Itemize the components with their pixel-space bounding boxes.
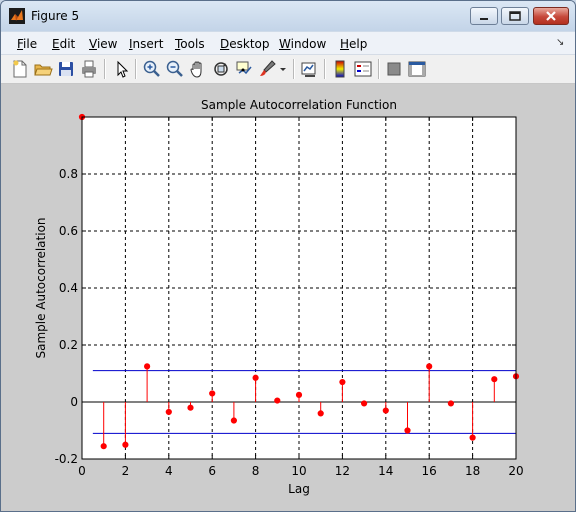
stem-marker[interactable] bbox=[426, 363, 433, 370]
menu-mnemonic: W bbox=[279, 37, 291, 51]
toolbar-separator bbox=[104, 59, 106, 79]
chart-title: Sample Autocorrelation Function bbox=[201, 98, 397, 112]
stem-marker[interactable] bbox=[447, 400, 454, 407]
stem-marker[interactable] bbox=[404, 427, 411, 434]
maximize-icon bbox=[509, 11, 521, 21]
menu-label: indow bbox=[290, 37, 327, 51]
figure-window: Figure 5 File Edit View Insert Tools Desktop W… bbox=[0, 0, 576, 512]
menu-label: elp bbox=[349, 37, 368, 51]
autocorrelation-plot[interactable]: 0 2 4 6 8 10 12 14 16 18 20-0.200.20.40.60.8Sample… bbox=[1, 84, 575, 511]
menu-tools[interactable]: Tools bbox=[175, 37, 205, 51]
x-tick-label: 16 bbox=[422, 464, 437, 478]
maximize-button[interactable] bbox=[501, 7, 529, 25]
minimize-button[interactable] bbox=[470, 7, 498, 25]
x-tick-label: 18 bbox=[465, 464, 480, 478]
menu-window[interactable]: Window bbox=[279, 37, 326, 51]
menu-desktop[interactable]: Desktop bbox=[220, 37, 270, 51]
menu-help[interactable]: Help bbox=[340, 37, 367, 51]
stem-marker[interactable] bbox=[209, 390, 216, 397]
y-tick-label: 0.4 bbox=[59, 281, 78, 295]
title-bar[interactable]: Figure 5 bbox=[1, 1, 575, 31]
stem-marker[interactable] bbox=[382, 407, 389, 414]
rotate-3d-icon[interactable] bbox=[211, 59, 231, 79]
menu-bar: File Edit View Insert Tools Desktop Window Help bbox=[1, 32, 575, 55]
stem-marker[interactable] bbox=[144, 363, 151, 370]
matlab-logo-icon bbox=[9, 8, 25, 24]
data-cursor-icon[interactable] bbox=[234, 59, 254, 79]
x-tick-label: 20 bbox=[508, 464, 523, 478]
stem-marker[interactable] bbox=[100, 443, 107, 450]
menu-mnemonic: E bbox=[52, 37, 60, 51]
open-file-icon[interactable] bbox=[33, 59, 53, 79]
menu-label: ools bbox=[180, 37, 205, 51]
menu-label: dit bbox=[59, 37, 76, 51]
hide-plot-tools-icon[interactable] bbox=[384, 59, 404, 79]
menu-label: ile bbox=[23, 37, 38, 51]
dock-arrow-icon[interactable]: ↘ bbox=[556, 37, 564, 48]
menu-file[interactable]: File bbox=[17, 37, 37, 51]
insert-legend-icon[interactable] bbox=[353, 59, 373, 79]
stem-marker[interactable] bbox=[252, 374, 259, 381]
stem-marker[interactable] bbox=[339, 378, 346, 386]
stem-marker[interactable] bbox=[230, 417, 237, 424]
y-tick-label: -0.2 bbox=[55, 452, 78, 466]
brush-icon[interactable] bbox=[257, 59, 277, 79]
stem-marker[interactable] bbox=[317, 410, 324, 417]
menu-mnemonic: H bbox=[340, 37, 350, 51]
stem-marker[interactable] bbox=[295, 391, 303, 398]
toolbar-separator bbox=[293, 59, 295, 79]
minimize-icon bbox=[480, 18, 488, 20]
x-tick-label: 0 bbox=[78, 464, 86, 478]
menu-label: iew bbox=[96, 37, 118, 51]
x-tick-label: 6 bbox=[208, 464, 216, 478]
link-plot-icon[interactable] bbox=[299, 59, 319, 79]
x-tick-label: 12 bbox=[335, 464, 350, 478]
edit-plot-arrow-icon[interactable] bbox=[111, 59, 131, 79]
show-plot-tools-icon[interactable] bbox=[407, 59, 427, 79]
x-tick-label: 14 bbox=[378, 464, 393, 478]
toolbar-separator bbox=[324, 59, 326, 79]
stem-marker[interactable] bbox=[491, 376, 498, 383]
close-icon bbox=[546, 11, 556, 21]
menu-mnemonic: V bbox=[89, 37, 97, 51]
menu-insert[interactable]: Insert bbox=[129, 37, 163, 51]
x-tick-label: 2 bbox=[122, 464, 130, 478]
menu-mnemonic: D bbox=[220, 37, 230, 51]
menu-edit[interactable]: Edit bbox=[52, 37, 75, 51]
zoom-in-icon[interactable] bbox=[142, 59, 162, 79]
x-tick-label: 10 bbox=[291, 464, 306, 478]
y-tick-label: 0 bbox=[70, 395, 78, 409]
stem-marker[interactable] bbox=[274, 397, 281, 404]
y-tick-label: 0.6 bbox=[59, 224, 78, 238]
save-icon[interactable] bbox=[56, 59, 76, 79]
print-icon[interactable] bbox=[79, 59, 99, 79]
menu-label: esktop bbox=[229, 37, 270, 51]
x-tick-label: 8 bbox=[252, 464, 260, 478]
menu-label: nsert bbox=[132, 37, 164, 51]
close-button[interactable] bbox=[533, 7, 569, 25]
zoom-out-icon[interactable] bbox=[165, 59, 185, 79]
brush-dropdown-icon[interactable] bbox=[278, 59, 288, 79]
y-axis-label: Sample Autocorrelation bbox=[34, 217, 48, 358]
new-figure-icon[interactable] bbox=[10, 59, 30, 79]
stem-marker[interactable] bbox=[187, 404, 194, 411]
toolbar-separator bbox=[378, 59, 380, 79]
pan-hand-icon[interactable] bbox=[188, 59, 208, 79]
stem-marker[interactable] bbox=[469, 434, 476, 441]
figure-canvas: 0 2 4 6 8 10 12 14 16 18 20 -0.2 0 0.2 0.4 0.6 0.8 Sample… bbox=[1, 84, 575, 511]
menu-view[interactable]: View bbox=[89, 37, 117, 51]
insert-colorbar-icon[interactable] bbox=[330, 59, 350, 79]
x-axis-label: Lag bbox=[288, 482, 310, 496]
y-tick-label: 0.2 bbox=[59, 338, 78, 352]
window-title: Figure 5 bbox=[31, 9, 80, 23]
toolbar-separator bbox=[135, 59, 137, 79]
y-tick-label: 0.8 bbox=[59, 167, 78, 181]
stem-marker[interactable] bbox=[122, 441, 129, 448]
x-tick-label: 4 bbox=[165, 464, 173, 478]
figure-toolbar bbox=[1, 55, 575, 84]
stem-marker[interactable] bbox=[361, 400, 368, 407]
stem-marker[interactable] bbox=[165, 408, 172, 416]
